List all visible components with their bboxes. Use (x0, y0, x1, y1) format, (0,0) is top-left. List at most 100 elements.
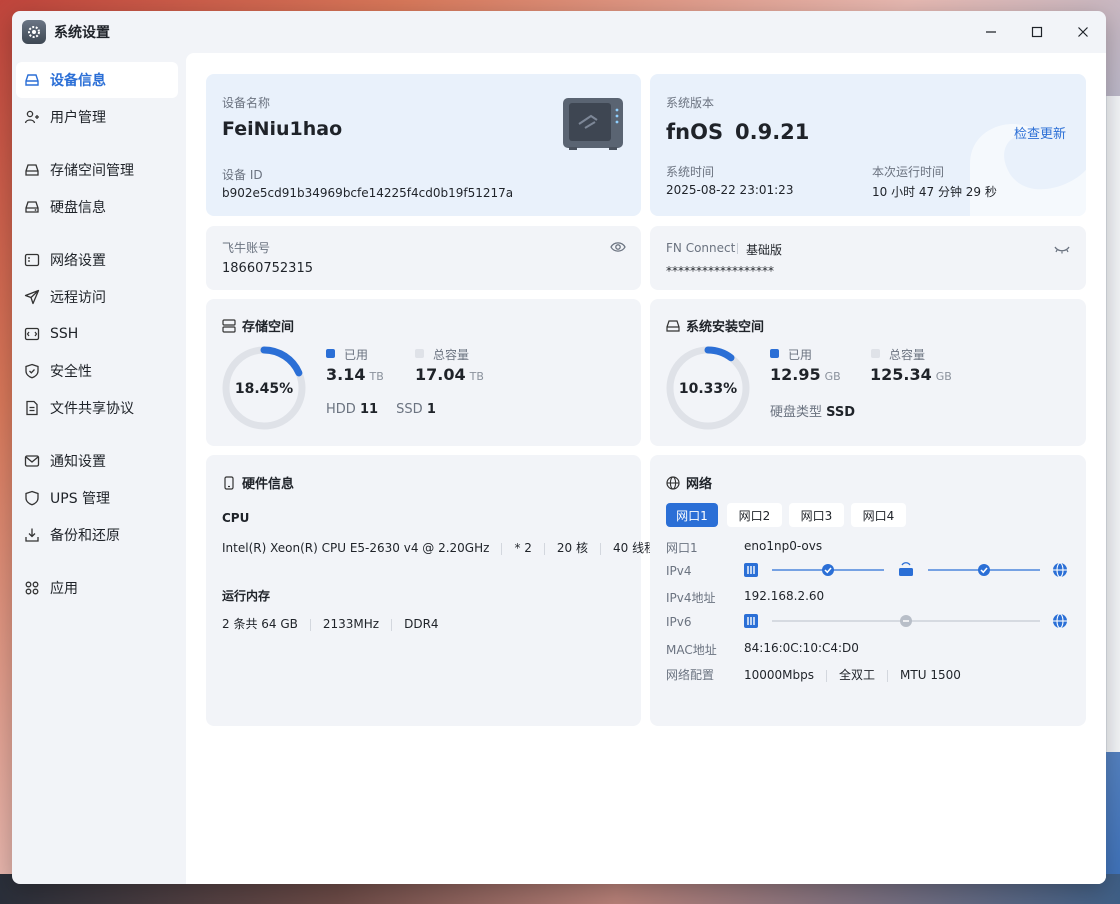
check-circle-icon (822, 564, 834, 576)
network-title: 网络 (666, 473, 712, 492)
hardware-title: 硬件信息 (222, 473, 294, 492)
mac-address: 84:16:0C:10:C4:D0 (744, 641, 859, 655)
tab-port-2[interactable]: 网口2 (727, 503, 782, 527)
system-disk-title: 系统安装空间 (666, 316, 764, 335)
settings-window: 系统设置 设备信息 用户管理 存储空间管理 硬盘信息 网络设置 远程访问 SSH… (12, 11, 1106, 884)
sidebar-item-label: 网络设置 (50, 253, 106, 269)
ipv4-connection-diagram (744, 562, 1067, 578)
window-title: 系统设置 (54, 25, 110, 41)
users-icon (24, 109, 40, 125)
system-disk-used-label: 已用 (788, 348, 813, 362)
device-id-label: 设备 ID (222, 168, 263, 182)
device-id: b902e5cd91b34969bcfe14225f4cd0b19f51217a (222, 186, 514, 200)
minimize-icon (986, 31, 996, 33)
storage-usage-ring: 18.45% (222, 346, 306, 430)
device-name-label: 设备名称 (222, 96, 271, 110)
ipv4-address-label: IPv4地址 (666, 591, 716, 605)
check-update-link[interactable]: 检查更新 (1014, 123, 1066, 142)
nas-device-icon (561, 96, 625, 156)
phone-device-icon (222, 475, 236, 490)
document-icon (24, 400, 40, 416)
used-legend-swatch (770, 349, 779, 358)
tab-port-3[interactable]: 网口3 (789, 503, 844, 527)
interface-label: 网口1 (666, 541, 698, 555)
globe-icon (1053, 562, 1067, 578)
send-icon (24, 289, 40, 305)
device-card: 设备名称 FeiNiu1hao 设备 ID b902e5cd91b34969bc… (206, 74, 641, 216)
minimize-button[interactable] (968, 11, 1014, 53)
storage-icon (24, 162, 40, 178)
disk-counts: HDD 11 SSD 1 (326, 402, 436, 417)
sidebar-item-backup[interactable]: 备份和还原 (16, 517, 178, 553)
total-legend-swatch (415, 349, 424, 358)
sidebar-item-label: 硬盘信息 (50, 200, 106, 216)
globe-icon (666, 475, 680, 490)
maximize-icon (1031, 26, 1043, 38)
sidebar-item-disks[interactable]: 硬盘信息 (16, 189, 178, 225)
tab-port-1[interactable]: 网口1 (666, 503, 718, 527)
close-button[interactable] (1060, 11, 1106, 53)
fn-connect-card: FN Connect 基础版 ****************** (650, 226, 1086, 290)
sidebar-item-device-info[interactable]: 设备信息 (16, 62, 178, 98)
sidebar-item-label: 通知设置 (50, 454, 106, 470)
server-icon (222, 318, 236, 333)
sidebar-item-label: 存储空间管理 (50, 163, 134, 179)
eye-closed-icon[interactable] (1054, 241, 1070, 260)
sidebar-item-label: UPS 管理 (50, 491, 111, 507)
system-disk-total-label: 总容量 (889, 348, 926, 362)
system-disk-card: 系统安装空间 10.33% 已用 12.95 GB 总容量 125.34 GB 硬盘… (650, 299, 1086, 446)
globe-icon (1053, 613, 1067, 629)
fn-connect-label: FN Connect (666, 241, 736, 255)
sidebar-item-ssh[interactable]: SSH (16, 316, 178, 352)
storage-card: 存储空间 18.45% 已用 3.14 TB 总容量 17.04 TB HDD 11… (206, 299, 641, 446)
background-window (1106, 96, 1120, 752)
sidebar-item-notifications[interactable]: 通知设置 (16, 443, 178, 479)
storage-total-label: 总容量 (433, 348, 470, 362)
system-time-label: 系统时间 (666, 165, 715, 179)
settings-gear-icon (22, 20, 46, 44)
hard-drive-icon (24, 72, 40, 88)
storage-title-text: 存储空间 (242, 320, 295, 335)
fn-connect-edition: 基础版 (746, 243, 783, 257)
sidebar-item-label: 设备信息 (50, 73, 106, 89)
mail-icon (24, 453, 40, 469)
sidebar-item-users[interactable]: 用户管理 (16, 99, 178, 135)
ipv4-label: IPv4 (666, 564, 692, 578)
uptime: 10 小时 47 分钟 29 秒 (872, 185, 997, 199)
sidebar-item-file-sharing[interactable]: 文件共享协议 (16, 390, 178, 426)
network-config: 10000Mbps 全双工 MTU 1500 (744, 668, 961, 682)
network-card: 网络 网口1 网口2 网口3 网口4 网口1 eno1np0-ovs IPv4 (650, 455, 1086, 726)
title-bar: 系统设置 (12, 11, 1106, 53)
sidebar-item-label: 备份和还原 (50, 528, 120, 544)
sidebar-item-label: 应用 (50, 581, 78, 597)
system-disk-percent: 10.33% (679, 381, 737, 397)
sidebar-item-security[interactable]: 安全性 (16, 353, 178, 389)
ipv6-connection-diagram (744, 613, 1067, 629)
sidebar-item-ups[interactable]: UPS 管理 (16, 480, 178, 516)
network-title-text: 网络 (686, 477, 713, 492)
fn-connect-value: ****************** (666, 264, 774, 278)
maximize-button[interactable] (1014, 11, 1060, 53)
hardware-title-text: 硬件信息 (242, 477, 295, 492)
sidebar-item-storage[interactable]: 存储空间管理 (16, 152, 178, 188)
sidebar-item-network[interactable]: 网络设置 (16, 242, 178, 278)
sidebar-item-label: SSH (50, 326, 79, 342)
drive-icon (666, 319, 680, 333)
account-card: 飞牛账号 18660752315 (206, 226, 641, 290)
sidebar: 设备信息 用户管理 存储空间管理 硬盘信息 网络设置 远程访问 SSH 安全性 (12, 53, 186, 884)
used-legend-swatch (326, 349, 335, 358)
sidebar-item-apps[interactable]: 应用 (16, 570, 178, 606)
sidebar-item-label: 安全性 (50, 364, 92, 380)
uptime-label: 本次运行时间 (872, 165, 945, 179)
total-legend-swatch (871, 349, 880, 358)
system-disk-total: 125.34 GB (870, 365, 952, 384)
hardware-card: 硬件信息 CPU Intel(R) Xeon(R) CPU E5-2630 v4… (206, 455, 656, 726)
tab-port-4[interactable]: 网口4 (851, 503, 906, 527)
system-disk-title-text: 系统安装空间 (686, 320, 765, 335)
network-config-label: 网络配置 (666, 668, 715, 682)
sidebar-item-remote-access[interactable]: 远程访问 (16, 279, 178, 315)
disk-type: 硬盘类型 SSD (770, 405, 856, 420)
main-content: 设备名称 FeiNiu1hao 设备 ID b902e5cd91b34969bc… (186, 53, 1106, 884)
download-tray-icon (24, 527, 40, 543)
eye-icon[interactable] (610, 239, 626, 258)
